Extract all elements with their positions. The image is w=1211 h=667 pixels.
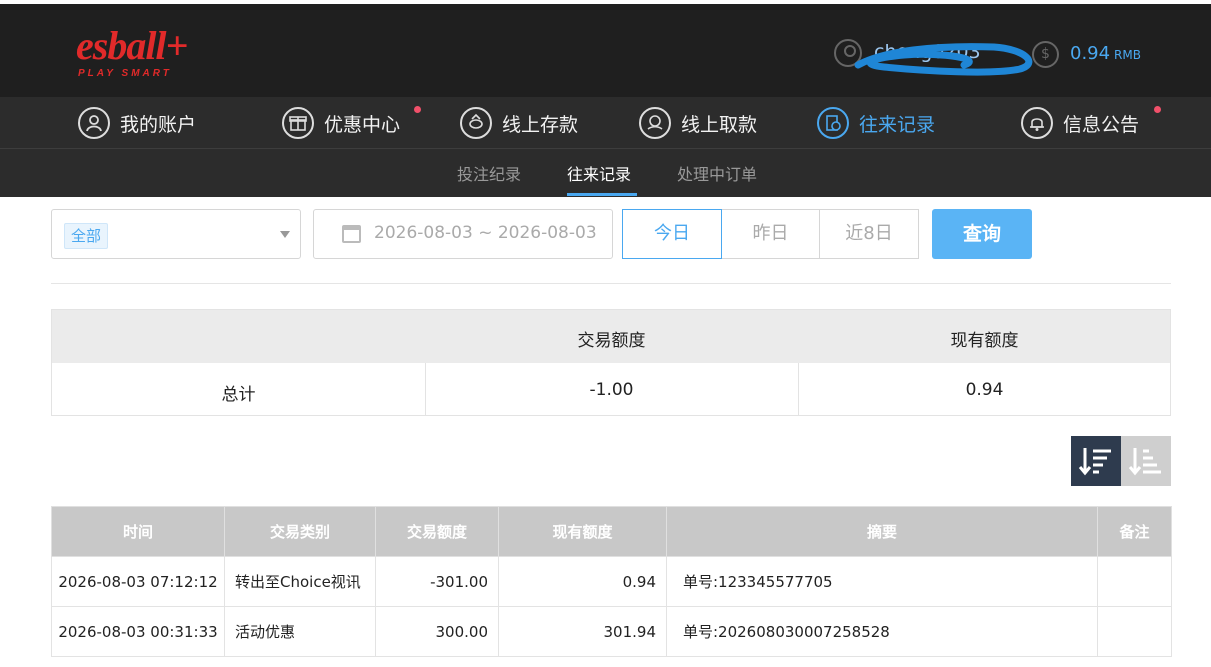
brand-tagline: PLAY SMART [78, 68, 172, 79]
notification-dot [414, 106, 421, 113]
calendar-icon [342, 225, 361, 243]
records-table: 时间 交易类别 交易额度 现有额度 摘要 备注 2026-08-03 07:12… [51, 506, 1172, 657]
nav-online-deposit[interactable]: 线上存款 [460, 105, 578, 141]
nav-label: 线上取款 [681, 113, 758, 136]
column-header-balance: 现有额度 [498, 506, 667, 557]
cell-note [1097, 556, 1172, 607]
query-button[interactable]: 查询 [932, 209, 1032, 259]
main-nav: 我的账户 优惠中心 线上存款 线上取款 往来记录 信息公告 [0, 97, 1211, 149]
summary-row-label: 总计 [221, 385, 256, 405]
summary-header-current: 现有额度 [950, 331, 1019, 351]
cell-type: 转出至Choice视讯 [224, 556, 376, 607]
nav-online-withdraw[interactable]: 线上取款 [639, 105, 757, 141]
subtab-pending-orders[interactable]: 处理中订单 [677, 161, 757, 185]
nav-announcements[interactable]: 信息公告 [1021, 105, 1139, 141]
bell-icon [1021, 107, 1053, 139]
table-row: 2026-08-03 07:12:12 转出至Choice视讯 -301.00 … [51, 556, 1172, 607]
user-icon [78, 107, 110, 139]
cell-amount: 300.00 [375, 606, 499, 657]
subtab-transaction-records[interactable]: 往来记录 [567, 161, 631, 185]
active-subtab-indicator [567, 193, 637, 196]
records-icon [817, 107, 849, 139]
divider [51, 283, 1171, 284]
redaction-scribble [854, 43, 1033, 76]
column-header-time: 时间 [51, 506, 225, 557]
balance-amount: 0.94 [1070, 43, 1111, 64]
notification-dot [1154, 106, 1161, 113]
dollar-coin-icon: $ [1032, 41, 1059, 68]
cell-type: 活动优惠 [224, 606, 376, 657]
cell-summary: 单号:202608030007258528 [666, 606, 1098, 657]
sort-ascending-button[interactable] [1121, 436, 1171, 486]
cell-note [1097, 606, 1172, 657]
quick-range-group: 今日 昨日 近8日 [622, 209, 919, 259]
sort-ascending-icon [1128, 448, 1161, 476]
nav-promotions[interactable]: 优惠中心 [282, 105, 400, 141]
top-bar-inner: esball+ PLAY SMART cheng0203 $ 0.94 RMB [0, 4, 1211, 97]
balance-currency: RMB [1114, 48, 1141, 62]
date-range-input[interactable]: 2026-08-03 ~ 2026-08-03 [313, 209, 613, 259]
top-bar: esball+ PLAY SMART cheng0203 $ 0.94 RMB [0, 0, 1211, 97]
summary-current-total: 0.94 [965, 380, 1004, 400]
table-row: 2026-08-03 00:31:33 活动优惠 300.00 301.94 单… [51, 606, 1172, 657]
nav-transaction-records[interactable]: 往来记录 [817, 105, 935, 141]
date-range-value: 2026-08-03 ~ 2026-08-03 [374, 223, 597, 243]
column-header-summary: 摘要 [666, 506, 1098, 557]
summary-transaction-total: -1.00 [589, 380, 634, 400]
nav-label: 线上存款 [502, 113, 579, 136]
column-header-amount: 交易额度 [375, 506, 499, 557]
column-header-type: 交易类别 [224, 506, 376, 557]
chevron-down-icon [280, 231, 290, 238]
withdraw-icon [639, 107, 671, 139]
summary-header-transaction: 交易额度 [577, 331, 646, 351]
sort-descending-icon [1078, 448, 1111, 476]
table-header-row: 时间 交易类别 交易额度 现有额度 摘要 备注 [51, 506, 1172, 557]
subtab-betting-records[interactable]: 投注纪录 [457, 161, 521, 185]
type-select[interactable]: 全部 [51, 209, 301, 259]
nav-label: 优惠中心 [324, 113, 401, 136]
cell-time: 2026-08-03 07:12:12 [51, 556, 225, 607]
summary-table: 交易额度 现有额度 总计 -1.00 0.94 [51, 309, 1171, 416]
range-yesterday-button[interactable]: 昨日 [721, 209, 820, 259]
column-header-note: 备注 [1097, 506, 1172, 557]
nav-label: 我的账户 [120, 113, 197, 136]
cell-balance: 301.94 [498, 606, 667, 657]
nav-label: 往来记录 [859, 113, 936, 136]
type-select-value: 全部 [64, 223, 109, 249]
nav-label: 信息公告 [1063, 113, 1140, 136]
deposit-icon [460, 107, 492, 139]
range-today-button[interactable]: 今日 [622, 209, 722, 259]
sort-descending-button[interactable] [1071, 436, 1121, 486]
brand-logo[interactable]: esball+ PLAY SMART [76, 24, 216, 84]
cell-summary: 单号:123345577705 [666, 556, 1098, 607]
range-last8days-button[interactable]: 近8日 [819, 209, 919, 259]
cell-balance: 0.94 [498, 556, 667, 607]
gift-icon [282, 107, 314, 139]
brand-name: esball+ [76, 23, 188, 68]
cell-time: 2026-08-03 00:31:33 [51, 606, 225, 657]
nav-my-account[interactable]: 我的账户 [78, 105, 196, 141]
cell-amount: -301.00 [375, 556, 499, 607]
sub-nav: 投注纪录 往来记录 处理中订单 [0, 149, 1211, 197]
